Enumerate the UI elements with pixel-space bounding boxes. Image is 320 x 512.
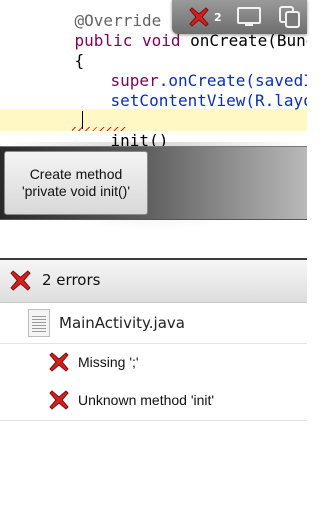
text-cursor [82,111,83,129]
error-icon [48,351,70,373]
problem-row[interactable]: Missing ';' [0,344,307,383]
problem-row[interactable]: Unknown method 'init' [0,382,307,421]
error-count-badge: 2 [214,11,222,24]
quick-fix-label: Create method 'private void init()' [21,166,131,199]
editor-toolbar: 2 [172,0,307,34]
problem-message: Missing ';' [78,354,139,370]
problems-count-label: 2 errors [42,271,101,289]
error-icon[interactable] [188,6,210,28]
copy-icon[interactable] [274,4,304,30]
java-file-icon [28,309,50,337]
problem-file-row[interactable]: MainActivity.java [0,303,307,344]
error-icon [48,389,70,411]
error-icon [9,269,32,292]
quick-fix-create-method-button[interactable]: Create method 'private void init()' [4,151,148,215]
file-name: MainActivity.java [59,314,185,332]
problem-message: Unknown method 'init' [78,392,215,408]
screen-icon[interactable] [234,4,264,30]
quick-fix-popup: Create method 'private void init()' [0,146,307,220]
problems-header[interactable]: 2 errors [0,260,307,303]
